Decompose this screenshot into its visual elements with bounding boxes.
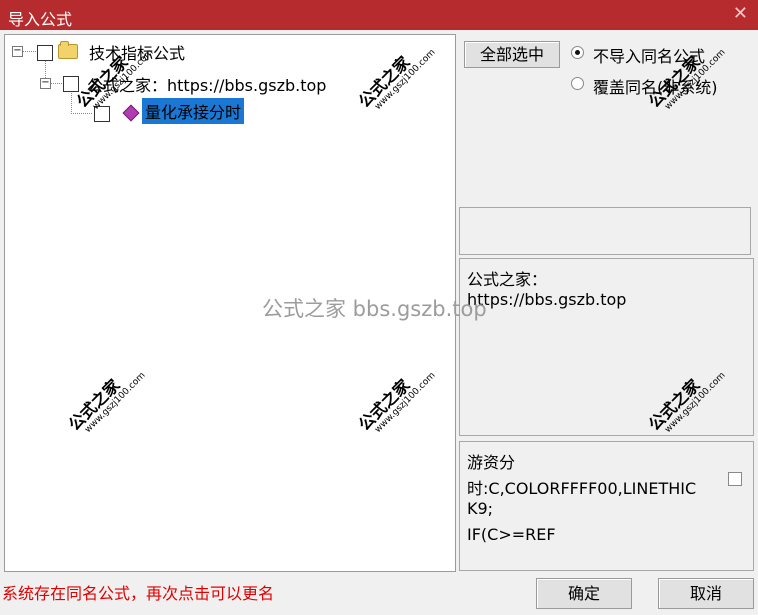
source-line-1: 游资分 <box>467 453 516 472</box>
tree-connector <box>23 51 38 52</box>
source-preview-panel[interactable]: 游资分 时:C,COLORFFFF00,LINETHIC K9; IF(C>=R… <box>459 441 754 571</box>
folder-icon <box>58 41 78 59</box>
cancel-button[interactable]: 取消 <box>658 578 754 609</box>
select-all-button[interactable]: 全部选中 <box>464 41 560 68</box>
formula-icon <box>122 104 140 122</box>
ok-button[interactable]: 确定 <box>536 578 632 609</box>
close-icon[interactable]: ✕ <box>733 3 748 24</box>
source-line-2: 时:C,COLORFFFF00,LINETHIC <box>467 479 697 498</box>
tree-item-formula[interactable]: 量化承接分时 <box>142 98 245 124</box>
skip-same-name-radio[interactable] <box>571 46 584 59</box>
collapse-icon[interactable]: − <box>40 78 51 89</box>
info-line-2: https://bbs.gszb.top <box>467 290 627 309</box>
collapse-icon[interactable]: − <box>12 46 23 57</box>
empty-panel <box>459 207 751 255</box>
window-title: 导入公式 <box>8 10 73 29</box>
info-line-1: 公式之家： <box>467 270 548 289</box>
overwrite-radio[interactable] <box>571 77 584 90</box>
source-line-4: IF(C>=REF <box>467 525 556 544</box>
info-panel: 公式之家： https://bbs.gszb.top <box>459 258 754 436</box>
status-message: 系统存在同名公式，再次点击可以更名 <box>2 584 275 603</box>
center-watermark: 公式之家 bbs.gszb.top <box>262 297 487 321</box>
source-line-3: K9; <box>467 499 494 518</box>
scrollbar-checkbox[interactable] <box>728 472 742 486</box>
root-checkbox[interactable] <box>37 45 53 61</box>
title-bar: 导入公式 ✕ <box>0 0 758 30</box>
